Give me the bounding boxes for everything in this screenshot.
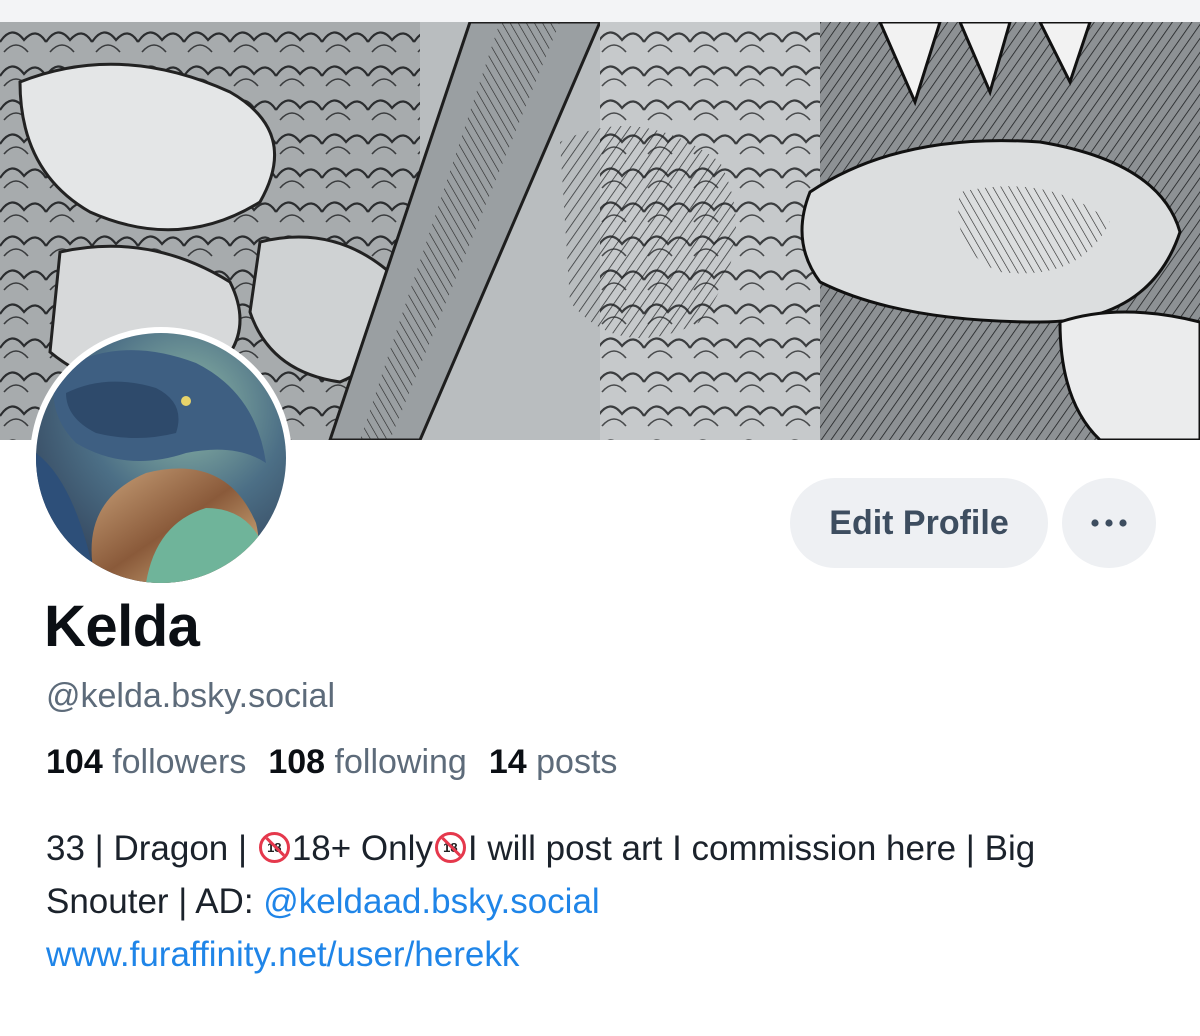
profile-bio: 33 | Dragon | 18 18+ Only 18 I will post ar… xyxy=(46,822,1156,981)
ellipsis-icon xyxy=(1091,519,1127,527)
followers-label: followers xyxy=(112,743,247,781)
dragon-avatar-image xyxy=(36,333,286,583)
no-under-18-icon: 18 xyxy=(258,832,290,863)
display-name: Kelda xyxy=(44,594,200,659)
profile-stats: 104 followers 108 following 14 posts xyxy=(46,742,617,783)
posts-label: posts xyxy=(536,743,618,781)
posts-stat: 14 posts xyxy=(489,743,618,781)
edit-profile-button[interactable]: Edit Profile xyxy=(790,478,1048,568)
top-strip xyxy=(0,0,1200,22)
no-under-18-icon: 18 xyxy=(434,832,466,863)
user-handle: @kelda.bsky.social xyxy=(46,677,335,715)
followers-link[interactable]: 104 followers xyxy=(46,743,246,781)
avatar[interactable] xyxy=(30,327,292,589)
bio-text-2: 18+ Only xyxy=(291,829,433,868)
following-count: 108 xyxy=(268,743,326,781)
bio-website-link[interactable]: www.furaffinity.net/user/herekk xyxy=(46,935,519,974)
bio-text-1: 33 | Dragon | xyxy=(46,829,257,868)
followers-count: 104 xyxy=(46,743,103,781)
bio-mention-link[interactable]: @keldaad.bsky.social xyxy=(263,882,599,921)
following-label: following xyxy=(334,743,467,781)
following-link[interactable]: 108 following xyxy=(268,743,467,781)
more-options-button[interactable] xyxy=(1062,478,1156,568)
posts-count: 14 xyxy=(488,743,527,781)
